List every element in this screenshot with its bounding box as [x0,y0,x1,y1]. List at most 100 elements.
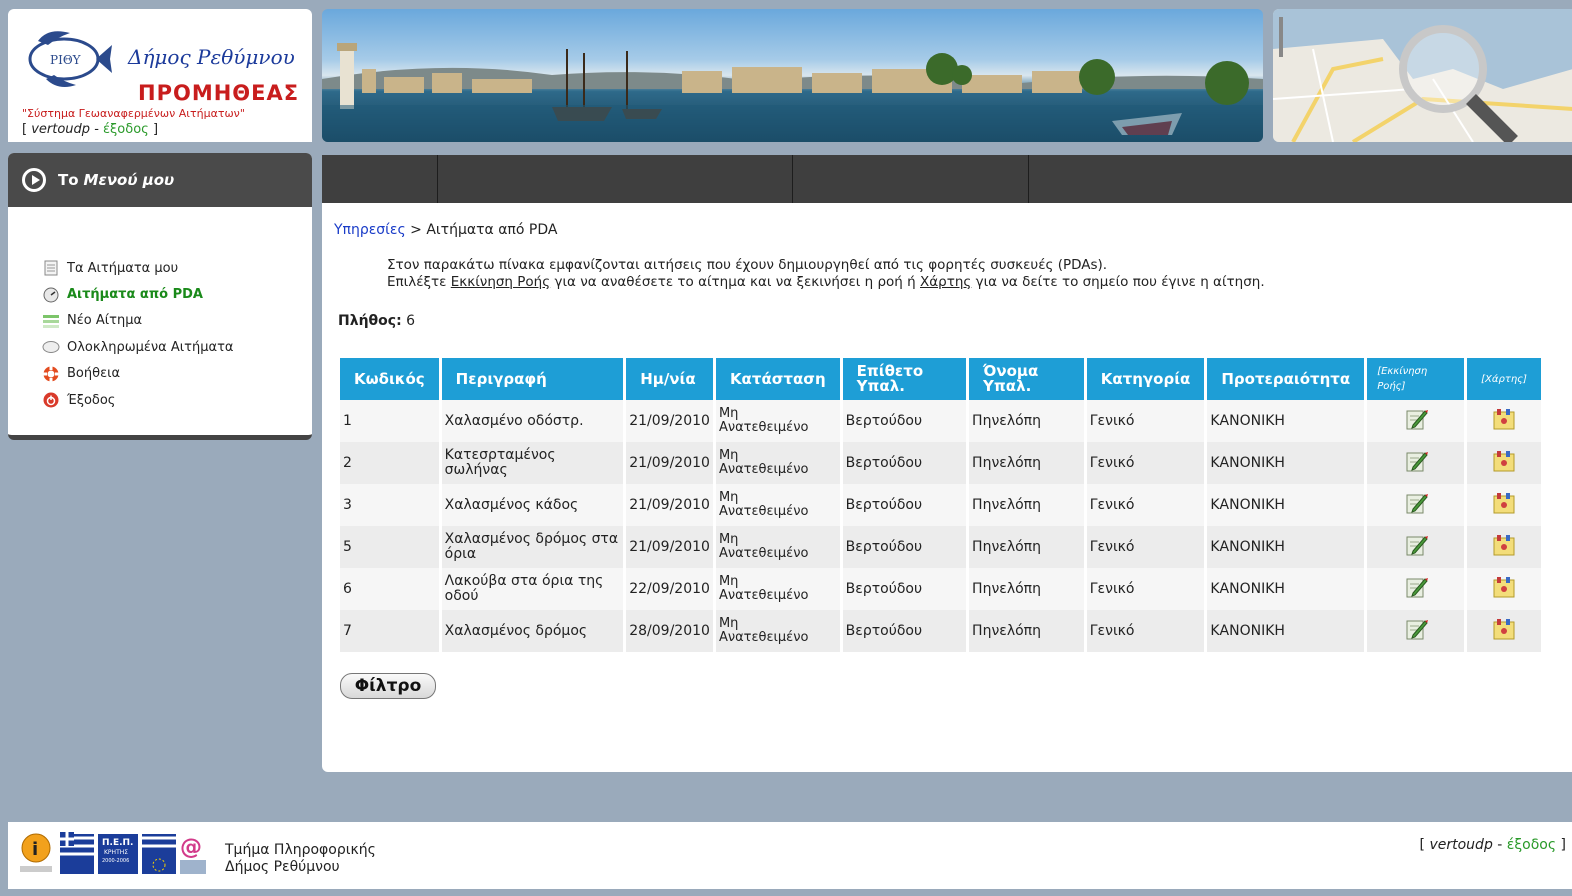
svg-text:2000-2006: 2000-2006 [102,858,129,864]
menu-title-prefix: Το [58,171,79,189]
cell-description: Λακούβα στα όρια της οδού [441,568,624,610]
intro-line-2: Επιλέξτε Εκκίνηση Ροής για να αναθέσετε … [387,274,1265,291]
menu-header: Το Μενού μου [8,153,312,207]
menu-item-new-request[interactable]: Νέο Αίτημα [41,308,233,334]
table-row: 6 Λακούβα στα όρια της οδού 22/09/2010 Μη Αν… [340,568,1541,610]
status-line: Μη [718,574,739,589]
menu-item-exit[interactable]: Έξοδος [41,387,233,413]
table-body: 1 Χαλασμένο οδόστρ. 21/09/2010 Μη Ανατεθειμέ… [340,400,1541,652]
col-header-date[interactable]: Ημ/νία [626,358,713,400]
cell-priority: ΚΑΝΟΝΙΚΗ [1207,526,1365,568]
harbor-banner-image [322,9,1263,142]
cell-start-flow [1367,610,1465,652]
cell-name: Πηνελόπη [969,484,1084,526]
start-flow-edit-icon[interactable] [1404,617,1428,641]
cell-name: Πηνελόπη [969,526,1084,568]
map-view-icon[interactable] [1492,575,1516,599]
status-line: Μη [718,406,739,421]
col-header-surname[interactable]: Επίθετο Υπαλ. [842,358,967,400]
cell-map [1467,568,1541,610]
cell-description: Χαλασμένος κάδος [441,484,624,526]
footer-user-info: [ vertoudp - έξοδος ] [1419,837,1566,853]
logout-link[interactable]: έξοδος [103,122,149,137]
map-view-icon[interactable] [1492,449,1516,473]
requests-table: Κωδικός Περιγραφή Ημ/νία Κατάσταση Επίθε… [337,358,1544,652]
intro-line-1: Στον παρακάτω πίνακα εμφανίζονται αιτήσε… [387,257,1108,273]
footer-dept-line: Δήμος Ρεθύμνου [225,859,340,875]
cell-description: Κατεσρταμένος σωλήνας [441,442,624,484]
table-row: 3 Χαλασμένος κάδος 21/09/2010 Μη Ανατεθειμέν… [340,484,1541,526]
start-flow-edit-icon[interactable] [1404,407,1428,431]
cell-code: 5 [340,526,439,568]
sidebar-menu: Το Μενού μου Τα Αιτήματα μου Αιτήματα απ… [8,153,312,440]
cell-category: Γενικό [1086,442,1205,484]
menu-item-my-requests[interactable]: Τα Αιτήματα μου [41,255,233,281]
status-line: Ανατεθειμένο [718,462,809,477]
cell-surname: Βερτούδου [842,526,967,568]
cell-code: 7 [340,610,439,652]
col-header-status[interactable]: Κατάσταση [715,358,840,400]
col-header-category[interactable]: Κατηγορία [1086,358,1205,400]
breadcrumb-separator: > [405,222,427,238]
menu-item-label: Αιτήματα από PDA [67,287,203,303]
map-view-icon[interactable] [1492,491,1516,515]
cell-name: Πηνελόπη [969,400,1084,442]
top-nav-bar [322,155,1572,203]
header-line: [Εκκίνηση [1377,366,1428,377]
start-flow-edit-icon[interactable] [1404,533,1428,557]
footer-logout-link[interactable]: έξοδος [1507,837,1556,853]
svg-text:i: i [32,839,38,860]
gauge-icon [41,287,61,303]
start-flow-edit-icon[interactable] [1404,575,1428,599]
cell-code: 2 [340,442,439,484]
status-line: Μη [718,490,739,505]
map-view-icon[interactable] [1492,617,1516,641]
col-header-priority[interactable]: Προτεραιότητα [1207,358,1365,400]
cell-map [1467,484,1541,526]
start-flow-edit-icon[interactable] [1404,449,1428,473]
start-flow-edit-icon[interactable] [1404,491,1428,515]
cell-surname: Βερτούδου [842,610,967,652]
cell-description: Χαλασμένος δρόμος [441,610,624,652]
logo-title: Δήμος Ρεθύμνου [128,45,295,69]
cell-code: 6 [340,568,439,610]
cell-surname: Βερτούδου [842,484,967,526]
map-view-icon[interactable] [1492,407,1516,431]
cell-start-flow [1367,442,1465,484]
filter-button[interactable]: Φίλτρο [340,673,436,699]
col-header-description[interactable]: Περιγραφή [441,358,624,400]
menu-item-completed-requests[interactable]: Ολοκληρωμένα Αιτήματα [41,334,233,360]
status-line: Μη [718,448,739,463]
cell-surname: Βερτούδου [842,442,967,484]
map-thumbnail[interactable] [1273,9,1572,142]
col-header-code[interactable]: Κωδικός [340,358,439,400]
cell-surname: Βερτούδου [842,400,967,442]
cell-name: Πηνελόπη [969,568,1084,610]
cell-start-flow [1367,526,1465,568]
lifebuoy-icon [41,365,61,382]
col-header-name[interactable]: Όνομα Υπαλ. [969,358,1084,400]
menu-item-help[interactable]: Βοήθεια [41,361,233,387]
header-line: Ροής] [1377,381,1406,392]
cell-name: Πηνελόπη [969,610,1084,652]
status-line: Ανατεθειμένο [718,504,809,519]
nav-separator [437,155,438,203]
status-line: Ανατεθειμένο [718,588,809,603]
menu-item-pda-requests[interactable]: Αιτήματα από PDA [41,281,233,307]
map-hint: Χάρτης [920,274,972,290]
cell-date: 21/09/2010 [626,442,713,484]
map-view-icon[interactable] [1492,533,1516,557]
menu-item-label: Νέο Αίτημα [67,313,143,329]
cell-status: Μη Ανατεθειμένο [715,484,840,526]
record-count: Πλήθος: 6 [338,313,415,329]
svg-text:ΡΙΘΥ: ΡΙΘΥ [50,53,82,67]
status-line: Ανατεθειμένο [718,546,809,561]
table-row: 2 Κατεσρταμένος σωλήνας 21/09/2010 Μη Ανατεθ… [340,442,1541,484]
cell-category: Γενικό [1086,484,1205,526]
cell-map [1467,610,1541,652]
eu-funding-banner-icon: Π.Ε.Π. ΚΡΗΤΗΣ 2000-2006 @ [60,832,206,874]
start-flow-hint: Εκκίνηση Ροής [450,274,551,290]
footer: i Π.Ε.Π. ΚΡΗΤΗΣ 2000-2006 @ Τμήμα Πληροφ… [8,822,1572,889]
document-icon [41,260,61,276]
breadcrumb-services-link[interactable]: Υπηρεσίες [334,222,406,238]
